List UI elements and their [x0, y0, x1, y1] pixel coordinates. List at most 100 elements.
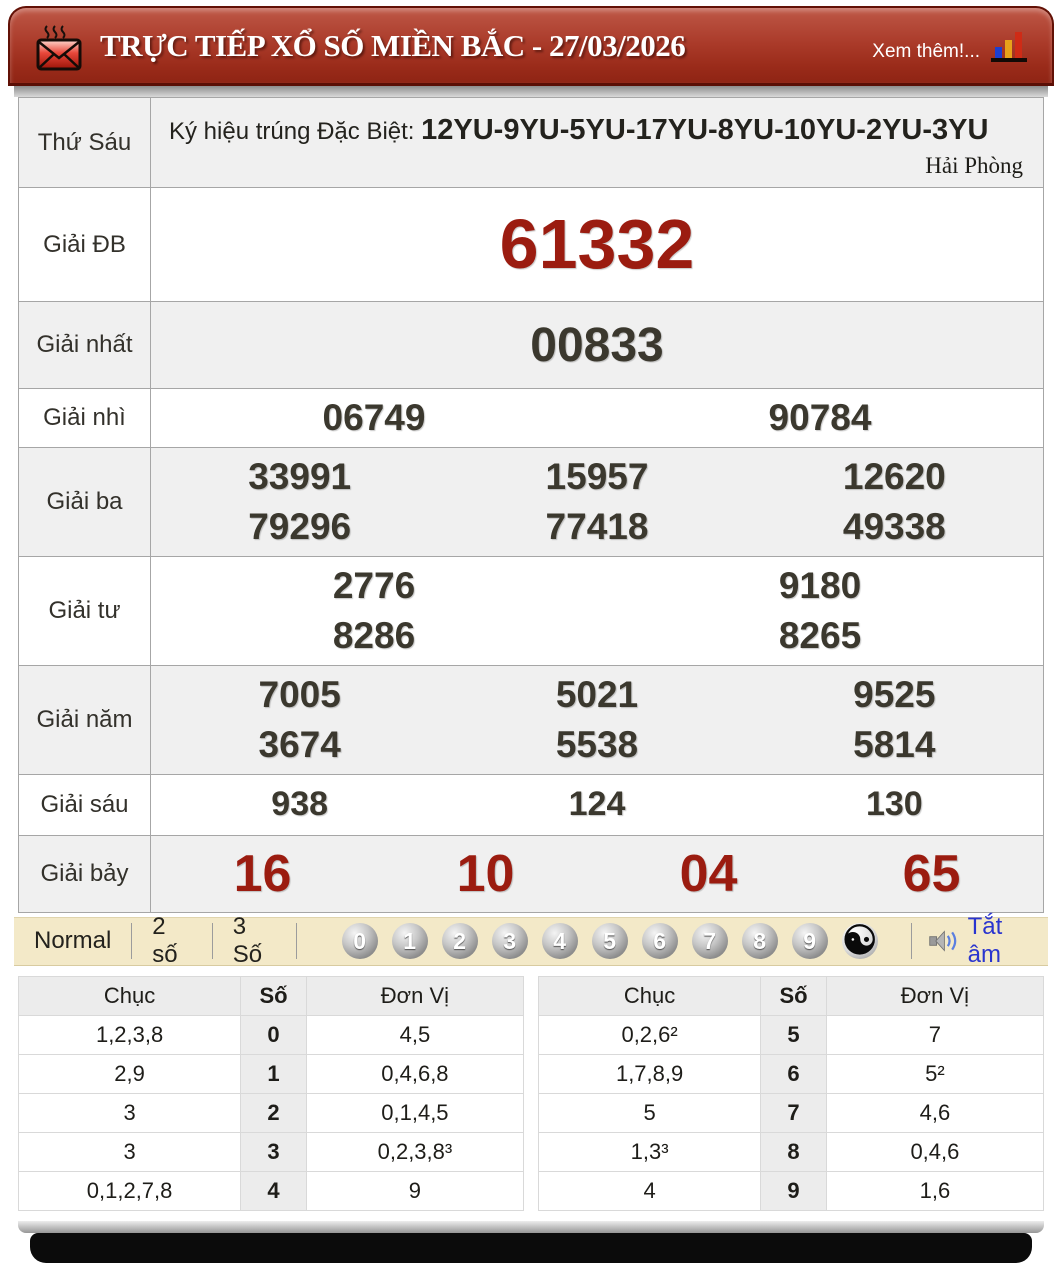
prize-row-sixth: Giải sáu 938 124 130 — [19, 775, 1043, 836]
yinyang-icon[interactable]: ☯ — [842, 923, 878, 959]
stats-cell-so: 1 — [241, 1054, 307, 1093]
stats-cell-donvi: 4,5 — [306, 1015, 523, 1054]
prize-number: 33991 — [151, 452, 448, 502]
toolbar-divider — [212, 923, 213, 959]
stats-cell-donvi: 0,2,3,8³ — [306, 1132, 523, 1171]
prize-number: 77418 — [448, 502, 745, 552]
special-sign-value: 12YU-9YU-5YU-17YU-8YU-10YU-2YU-3YU — [421, 114, 988, 146]
stats-cell-so: 5 — [761, 1015, 827, 1054]
stats-row: 3 2 0,1,4,5 — [19, 1093, 524, 1132]
prize-label: Giải sáu — [19, 775, 151, 835]
prize-number: 12620 — [746, 452, 1043, 502]
ball-3[interactable]: 3 — [492, 923, 528, 959]
prize-number: 9525 — [746, 670, 1043, 720]
ball-9[interactable]: 9 — [792, 923, 828, 959]
stats-cell-donvi: 1,6 — [826, 1171, 1043, 1210]
prize-row-special: Giải ĐB 61332 — [19, 188, 1043, 302]
special-sign-label: Ký hiệu trúng Đặc Biệt: — [169, 118, 421, 145]
ball-4[interactable]: 4 — [542, 923, 578, 959]
stats-row: 1,2,3,8 0 4,5 — [19, 1015, 524, 1054]
prize-label: Giải bảy — [19, 836, 151, 912]
prize-number: 49338 — [746, 502, 1043, 552]
mute-button[interactable]: Tắt âm — [928, 913, 1032, 969]
ball-2[interactable]: 2 — [442, 923, 478, 959]
stats-header-donvi: Đơn Vị — [306, 976, 523, 1015]
toolbar: Normal 2 số 3 Số 0 1 2 3 4 5 6 7 8 9 ☯ — [14, 917, 1048, 966]
ball-8[interactable]: 8 — [742, 923, 778, 959]
stats-cell-chuc: 4 — [539, 1171, 761, 1210]
special-sign-cell: Ký hiệu trúng Đặc Biệt: 12YU-9YU-5YU-17Y… — [151, 98, 1043, 187]
toolbar-divider — [296, 923, 297, 959]
stats-header-chuc: Chục — [19, 976, 241, 1015]
prize-number: 61332 — [151, 208, 1043, 282]
stats-cell-chuc: 2,9 — [19, 1054, 241, 1093]
header-shadow-strip — [14, 86, 1048, 97]
stats-cell-donvi: 0,1,4,5 — [306, 1093, 523, 1132]
prize-number: 5538 — [448, 720, 745, 770]
prize-table: Thứ Sáu Ký hiệu trúng Đặc Biệt: 12YU-9YU… — [18, 97, 1044, 913]
prize-number: 8265 — [597, 611, 1043, 661]
stats-cell-so: 8 — [761, 1132, 827, 1171]
prize-number: 8286 — [151, 611, 597, 661]
bar-chart-icon — [990, 29, 1028, 63]
ball-5[interactable]: 5 — [592, 923, 628, 959]
prize-number: 10 — [374, 844, 597, 904]
stats-table-left: Chục Số Đơn Vị 1,2,3,8 0 4,5 2,9 1 0,4,6… — [18, 976, 524, 1211]
ball-1[interactable]: 1 — [392, 923, 428, 959]
stats-row: 0,2,6² 5 7 — [539, 1015, 1044, 1054]
stats-cell-chuc: 1,2,3,8 — [19, 1015, 241, 1054]
prize-number: 00833 — [151, 318, 1043, 373]
prize-number: 06749 — [151, 397, 597, 439]
stats-cell-so: 7 — [761, 1093, 827, 1132]
stats-cell-chuc: 3 — [19, 1093, 241, 1132]
prize-number: 65 — [820, 844, 1043, 904]
prize-number: 124 — [448, 785, 745, 824]
stats-cell-donvi: 7 — [826, 1015, 1043, 1054]
prize-row-fourth: Giải tư 2776 9180 8286 8265 — [19, 557, 1043, 666]
stats-cell-donvi: 4,6 — [826, 1093, 1043, 1132]
lottery-widget: TRỰC TIẾP XỔ SỐ MIỀN BẮC - 27/03/2026 Xe… — [8, 6, 1054, 1263]
stats-cell-chuc: 0,1,2,7,8 — [19, 1171, 241, 1210]
stats-header-chuc: Chục — [539, 976, 761, 1015]
stats-header-so: Số — [761, 976, 827, 1015]
stats-row: 1,3³ 8 0,4,6 — [539, 1132, 1044, 1171]
prize-row-fifth: Giải năm 7005 5021 9525 3674 5538 5814 — [19, 666, 1043, 775]
stats-cell-so: 9 — [761, 1171, 827, 1210]
stats-header-row: Chục Số Đơn Vị — [19, 976, 524, 1015]
digit-stats-section: Chục Số Đơn Vị 1,2,3,8 0 4,5 2,9 1 0,4,6… — [18, 976, 1044, 1211]
see-more-label: Xem thêm!... — [872, 41, 980, 63]
prize-label: Giải năm — [19, 666, 151, 774]
stats-cell-chuc: 3 — [19, 1132, 241, 1171]
stats-cell-so: 0 — [241, 1015, 307, 1054]
page-title: TRỰC TIẾP XỔ SỐ MIỀN BẮC - 27/03/2026 — [100, 28, 685, 64]
stats-cell-so: 3 — [241, 1132, 307, 1171]
prize-number: 90784 — [597, 397, 1043, 439]
mode-2so-button[interactable]: 2 số — [148, 913, 196, 969]
prize-number: 16 — [151, 844, 374, 904]
prize-number: 2776 — [151, 561, 597, 611]
prize-number: 7005 — [151, 670, 448, 720]
stats-cell-so: 4 — [241, 1171, 307, 1210]
stats-cell-chuc: 5 — [539, 1093, 761, 1132]
ball-0[interactable]: 0 — [342, 923, 378, 959]
ball-6[interactable]: 6 — [642, 923, 678, 959]
prize-number: 04 — [597, 844, 820, 904]
stats-row: 3 3 0,2,3,8³ — [19, 1132, 524, 1171]
stats-row: 5 7 4,6 — [539, 1093, 1044, 1132]
prize-row-second: Giải nhì 06749 90784 — [19, 389, 1043, 448]
prize-label: Giải nhì — [19, 389, 151, 447]
stats-cell-donvi: 5² — [826, 1054, 1043, 1093]
draw-day: Thứ Sáu — [19, 98, 151, 187]
prize-number: 5021 — [448, 670, 745, 720]
mode-normal-button[interactable]: Normal — [30, 927, 115, 955]
see-more-link[interactable]: Xem thêm!... — [872, 29, 1028, 63]
prize-label: Giải tư — [19, 557, 151, 665]
prize-number: 79296 — [151, 502, 448, 552]
ball-7[interactable]: 7 — [692, 923, 728, 959]
speaker-icon — [928, 925, 959, 957]
mode-3so-button[interactable]: 3 Số — [229, 913, 280, 969]
prize-number: 3674 — [151, 720, 448, 770]
stats-header-so: Số — [241, 976, 307, 1015]
envelope-icon — [34, 20, 84, 72]
stats-row: 4 9 1,6 — [539, 1171, 1044, 1210]
